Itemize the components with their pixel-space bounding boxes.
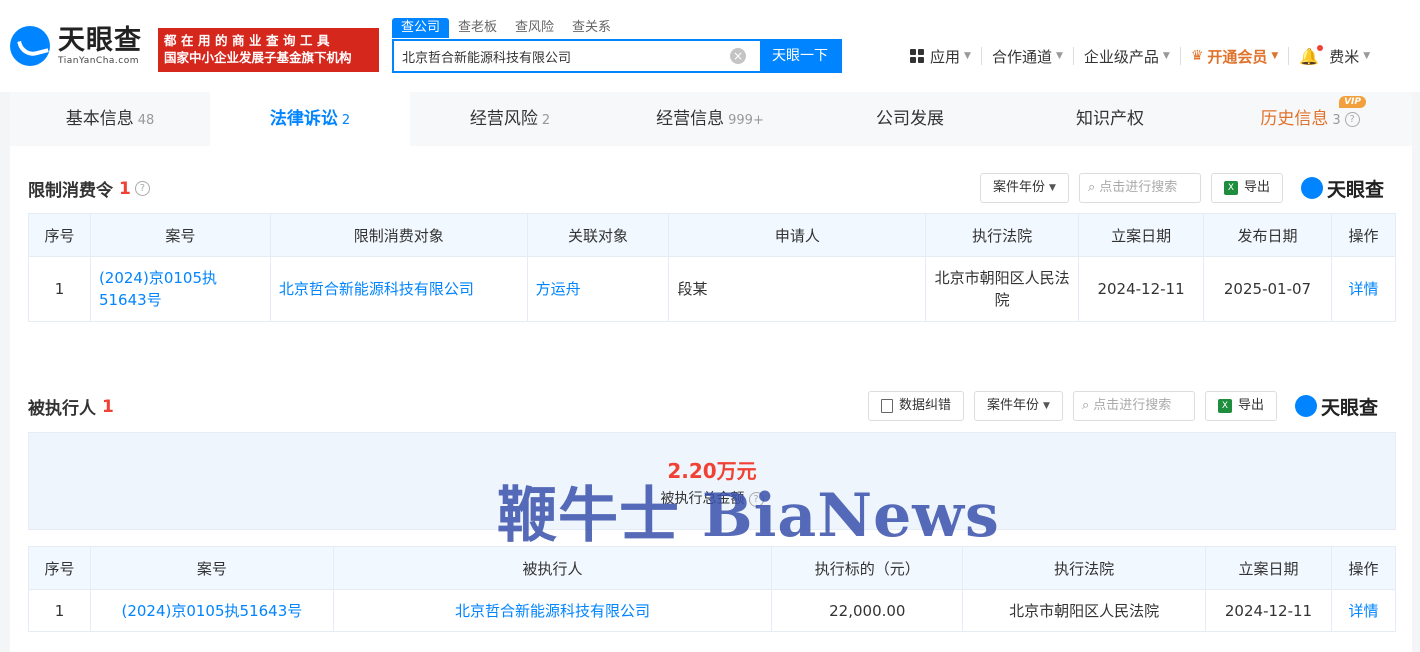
search-input[interactable] (394, 41, 730, 71)
crown-icon: ♛ (1190, 48, 1204, 64)
nav-channel-label: 合作通道 (991, 47, 1052, 66)
total-amount-label: 被执行总金额 (660, 491, 745, 507)
nav-user[interactable]: 🔔 费米 ▼ (1299, 44, 1370, 68)
restriction-toolbar: 案件年份 ▼ ⌕ 点击进行搜索 X 导出 天眼查 (970, 173, 1384, 203)
case-year-dropdown[interactable]: 案件年份 ▼ (974, 391, 1063, 421)
table-header-row: 序号 案号 被执行人 执行标的（元） 执行法院 立案日期 操作 (28, 546, 1397, 590)
logo-domain: TianYanCha.com (58, 56, 140, 66)
caret-down-icon: ▼ (1271, 51, 1279, 61)
bell-icon[interactable]: 🔔 (1299, 44, 1324, 66)
excel-icon: X (1217, 399, 1232, 413)
executed-table: 序号 案号 被执行人 执行标的（元） 执行法院 立案日期 操作 1 (2024)… (28, 546, 1397, 632)
vip-badge: VIP (1339, 96, 1366, 108)
nav-enterprise[interactable]: 企业级产品 ▼ (1084, 44, 1170, 68)
search-button[interactable]: 天眼一下 (760, 41, 840, 71)
eye-logo-icon (1294, 395, 1317, 417)
caret-down-icon: ▼ (964, 51, 971, 61)
apps-grid-icon (910, 49, 924, 63)
nav-divider (1179, 47, 1181, 65)
search-tab-risk[interactable]: 查风险 (506, 18, 563, 38)
person-link[interactable]: 方运舟 (526, 256, 670, 322)
notification-dot (1317, 44, 1324, 51)
export-button[interactable]: X 导出 (1204, 391, 1277, 421)
restriction-count: 1 (119, 178, 131, 199)
tab-history[interactable]: VIP 历史信息 3? (1210, 92, 1410, 146)
export-button[interactable]: X 导出 (1210, 173, 1283, 203)
search-icon: ⌕ (1081, 398, 1090, 413)
table-search-input[interactable]: ⌕ 点击进行搜索 (1078, 173, 1201, 203)
eye-logo-icon (1300, 177, 1323, 199)
executed-count: 1 (102, 396, 114, 417)
executed-summary: 2.20万元 被执行总金额? (28, 432, 1396, 530)
company-link[interactable]: 北京哲合新能源科技有限公司 (332, 589, 773, 632)
detail-link[interactable]: 详情 (1330, 256, 1397, 322)
tab-development[interactable]: 公司发展 (810, 92, 1010, 146)
search-tab-company[interactable]: 查公司 (392, 18, 450, 38)
company-tabs: 基本信息 48 法律诉讼 2 经营风险 2 经营信息 999+ 公司发展 知识产权 VI… (10, 92, 1412, 146)
restriction-table: 序号 案号 限制消费对象 关联对象 申请人 执行法院 立案日期 发布日期 操作 … (28, 213, 1397, 322)
search-type-tabs: 查公司 查老板 查风险 查关系 (392, 18, 620, 38)
table-search-input[interactable]: ⌕ 点击进行搜索 (1072, 391, 1195, 421)
search-box: × 天眼一下 (392, 39, 842, 73)
restriction-title: 限制消费令 1 ? (28, 176, 150, 201)
search-icon: ⌕ (1087, 180, 1096, 195)
slogan-banner: 都在用的商业查询工具 国家中小企业发展子基金旗下机构 (158, 28, 379, 72)
executed-toolbar: 数据纠错 案件年份 ▼ ⌕ 点击进行搜索 X 导出 天眼查 (858, 391, 1378, 421)
tab-legal[interactable]: 法律诉讼 2 (210, 92, 410, 146)
case-year-dropdown[interactable]: 案件年份 ▼ (980, 173, 1069, 203)
help-icon[interactable]: ? (134, 181, 150, 196)
top-nav: 应用 ▼ 合作通道 ▼ 企业级产品 ▼ ♛ 开通会员 ▼ 🔔 费米 ▼ (910, 44, 1370, 68)
nav-apps-label: 应用 (930, 47, 961, 66)
excel-icon: X (1223, 181, 1238, 195)
logo-text: 天眼查 (58, 25, 142, 56)
nav-divider (1288, 47, 1290, 65)
tab-business-info[interactable]: 经营信息 999+ (610, 92, 810, 146)
content-card: 基本信息 48 法律诉讼 2 经营风险 2 经营信息 999+ 公司发展 知识产权 VI… (10, 92, 1412, 652)
caret-down-icon: ▼ (1162, 51, 1170, 61)
tab-basic-info[interactable]: 基本信息 48 (10, 92, 210, 146)
slogan-line-2: 国家中小企业发展子基金旗下机构 (164, 50, 352, 65)
slogan-line-1: 都在用的商业查询工具 (164, 33, 335, 48)
help-icon[interactable]: ? (1344, 111, 1360, 127)
caret-down-icon: ▼ (1055, 51, 1063, 61)
nav-divider (980, 47, 982, 65)
help-icon[interactable]: ? (748, 491, 764, 507)
tianyancha-logo[interactable]: 天眼查 TianYanCha.com (10, 26, 142, 66)
table-header-row: 序号 案号 限制消费对象 关联对象 申请人 执行法院 立案日期 发布日期 操作 (28, 213, 1397, 257)
nav-apps[interactable]: 应用 ▼ (910, 44, 971, 68)
nav-vip[interactable]: ♛ 开通会员 ▼ (1191, 44, 1279, 68)
detail-link[interactable]: 详情 (1330, 589, 1397, 632)
nav-channel[interactable]: 合作通道 ▼ (992, 44, 1063, 68)
total-amount: 2.20万元 (667, 459, 757, 483)
search-tab-relation[interactable]: 查关系 (563, 18, 620, 38)
nav-divider (1072, 47, 1074, 65)
caret-down-icon: ▼ (1363, 51, 1371, 61)
table-row: 1 (2024)京0105执51643号 北京哲合新能源科技有限公司 方运舟 段… (28, 256, 1397, 322)
data-correction-button[interactable]: 数据纠错 (868, 391, 965, 421)
tab-business-risk[interactable]: 经营风险 2 (410, 92, 610, 146)
top-header: 天眼查 TianYanCha.com 都在用的商业查询工具 国家中小企业发展子基… (0, 0, 1420, 92)
brand-logo: 天眼查 (1294, 393, 1378, 420)
brand-logo: 天眼查 (1300, 175, 1384, 202)
nav-enterprise-label: 企业级产品 (1083, 47, 1159, 66)
case-number-link[interactable]: (2024)京0105执51643号 (89, 589, 334, 632)
caret-down-icon: ▼ (1043, 401, 1050, 411)
table-row: 1 (2024)京0105执51643号 北京哲合新能源科技有限公司 22,00… (28, 589, 1397, 632)
company-link[interactable]: 北京哲合新能源科技有限公司 (269, 256, 528, 322)
eye-logo-icon (10, 26, 50, 66)
user-name: 费米 (1329, 47, 1360, 66)
tab-ip[interactable]: 知识产权 (1010, 92, 1210, 146)
document-icon (881, 399, 893, 413)
case-number-link[interactable]: (2024)京0105执51643号 (89, 256, 271, 322)
caret-down-icon: ▼ (1049, 183, 1056, 193)
clear-icon[interactable]: × (730, 48, 746, 64)
nav-vip-label: 开通会员 (1207, 47, 1268, 66)
search-tab-boss[interactable]: 查老板 (449, 18, 506, 38)
executed-title: 被执行人 1 (28, 396, 114, 420)
